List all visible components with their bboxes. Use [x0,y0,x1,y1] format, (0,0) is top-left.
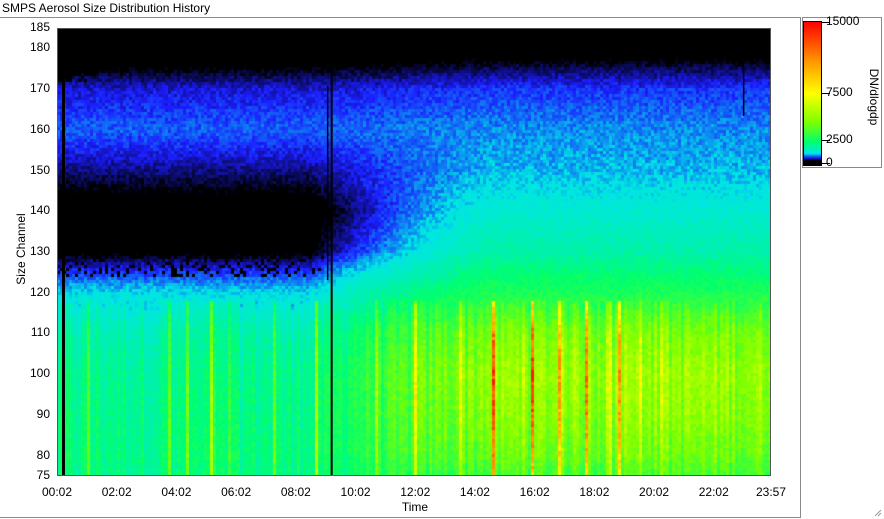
x-tick-label: 08:02 [280,485,311,499]
y-axis-label: Size Channel [14,213,28,285]
colorbar-tick-label: 0 [826,155,833,169]
app-window: SMPS Aerosol Size Distribution History 1… [0,0,884,519]
y-tick-label: 100 [29,366,50,381]
x-axis-label: Time [401,500,429,514]
colorbar-tick-label: 2500 [826,131,853,146]
y-tick-label: 170 [29,81,50,96]
y-tick-label: 185 [29,20,50,34]
y-tick-label: 75 [36,468,50,482]
colorbar-label: DN/dlogdp [867,68,881,126]
y-tick-label: 160 [29,121,50,136]
colorbar-tick-label: 15000 [826,14,860,28]
x-tick-label: 14:02 [459,485,490,499]
x-tick-label: 06:02 [221,485,252,499]
heatmap-plot [57,28,771,476]
x-tick-label: 20:02 [639,485,670,499]
x-tick-label: 16:02 [519,485,550,499]
y-tick-label: 150 [29,162,50,177]
x-tick-label: 10:02 [340,485,371,499]
window-title: SMPS Aerosol Size Distribution History [2,1,211,15]
colorbar-tick-label: 7500 [826,84,853,99]
x-tick-label: 04:02 [161,485,192,499]
y-tick-label: 90 [36,406,50,421]
y-tick-label: 110 [30,325,50,340]
y-tick-label: 180 [29,40,50,55]
heatmap-cells [57,28,771,476]
x-tick-label: 23:57 [755,485,787,499]
colorbar [803,21,822,166]
x-tick-label: 02:02 [101,485,132,499]
x-tick-label: 18:02 [579,485,610,499]
resize-grip-icon[interactable] [872,507,882,517]
x-tick-label: 22:02 [698,485,729,499]
x-tick-label: 12:02 [400,485,431,499]
x-tick-label: 00:02 [41,485,73,499]
y-tick-label: 80 [36,447,50,462]
